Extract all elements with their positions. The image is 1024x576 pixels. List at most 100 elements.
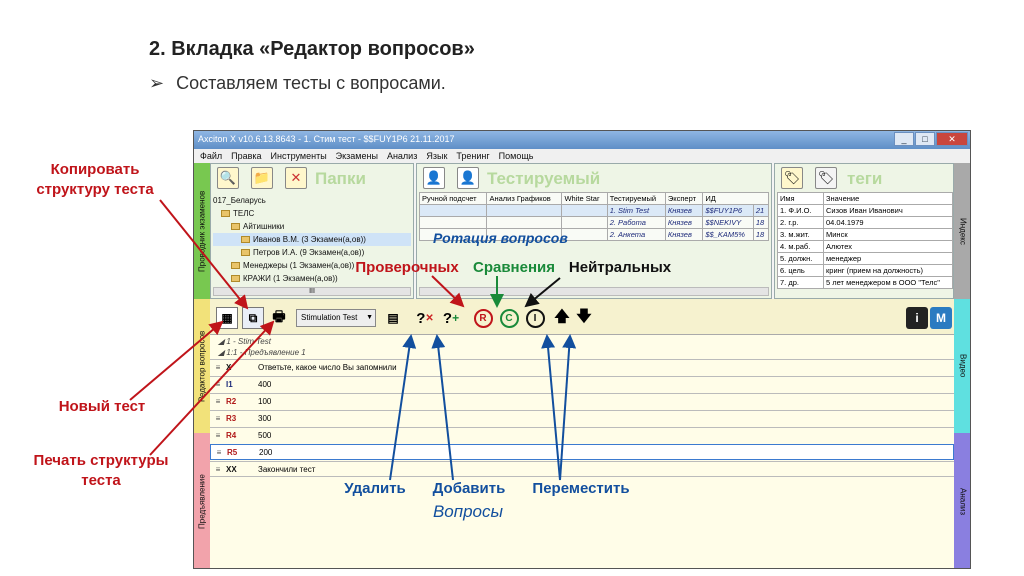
- question-row[interactable]: ≡ R3 300: [210, 410, 954, 426]
- table-row[interactable]: 2. Работа Князев $$NEKIVY 18: [418, 216, 770, 229]
- question-text: Закончили тест: [258, 464, 316, 474]
- grip-icon[interactable]: ≡: [213, 414, 223, 423]
- test-type-dropdown[interactable]: Stimulation Test ▼: [296, 309, 376, 327]
- add-question-button[interactable]: ? +: [440, 307, 462, 329]
- tab-analysis[interactable]: Анализ: [954, 433, 970, 568]
- question-row[interactable]: ≡ R2 100: [210, 393, 954, 409]
- add-folder-icon[interactable]: 📁: [251, 167, 273, 189]
- test-expert: Князев: [664, 228, 704, 241]
- question-code: R5: [227, 447, 238, 457]
- test-name: 2. Анкета: [606, 228, 666, 241]
- question-text: 500: [258, 431, 272, 440]
- tree-item[interactable]: Айтишники: [213, 220, 411, 233]
- menu-tools[interactable]: Инструменты: [271, 151, 327, 161]
- menu-exams[interactable]: Экзамены: [336, 151, 378, 161]
- delete-person-icon[interactable]: 👤: [457, 167, 479, 189]
- col-header[interactable]: Эксперт: [664, 192, 704, 205]
- menu-help[interactable]: Помощь: [499, 151, 534, 161]
- help-button[interactable]: M: [930, 307, 952, 329]
- annotation-move: Переместить: [532, 480, 630, 497]
- table-row[interactable]: 5. должн. менеджер: [777, 252, 953, 265]
- tab-index[interactable]: Индекс: [954, 163, 970, 299]
- menu-file[interactable]: Файл: [200, 151, 222, 161]
- settings-grid-button[interactable]: ▤: [382, 307, 404, 329]
- print-structure-button[interactable]: 🖶: [268, 307, 290, 329]
- close-button[interactable]: ✕: [936, 132, 968, 146]
- window-title: Axciton X v10.6.13.8643 - 1. Стим тест -…: [198, 134, 455, 144]
- table-row[interactable]: 7. др. 5 лет менеджером в ООО "Телс": [777, 276, 953, 289]
- copy-structure-button[interactable]: ⧉: [242, 307, 264, 329]
- table-row[interactable]: 6. цель кринг (прием на должность): [777, 264, 953, 277]
- folder-icon: [221, 210, 230, 218]
- table-row[interactable]: 1. Stim Test Князев $$FUY1P6 21: [418, 204, 770, 217]
- chevron-down-icon[interactable]: ▼: [366, 310, 373, 326]
- tested-scrollbar[interactable]: [419, 287, 769, 296]
- menu-analysis[interactable]: Анализ: [387, 151, 417, 161]
- tags-label: теги: [847, 169, 883, 188]
- col-header[interactable]: Ручной подсчет: [418, 192, 488, 205]
- rotation-label: Ротация вопросов: [433, 230, 568, 246]
- compare-question-button[interactable]: C: [498, 307, 520, 329]
- move-up-button[interactable]: 🡅: [552, 307, 572, 329]
- control-question-button[interactable]: R: [472, 307, 494, 329]
- annotation-copy-structure: Копировать структуру теста: [36, 161, 154, 198]
- add-tag-icon[interactable]: 🏷: [781, 167, 803, 189]
- i-circle-icon: I: [525, 308, 545, 328]
- test-n: 21: [752, 204, 770, 217]
- col-header[interactable]: Имя: [777, 192, 824, 205]
- tab-exam-explorer[interactable]: Проводник экзаменов: [194, 163, 210, 299]
- tree-presentation[interactable]: ◢ 1:1 - Предъявление 1: [218, 348, 306, 357]
- minimize-button[interactable]: _: [894, 132, 914, 146]
- new-test-button[interactable]: ▦: [216, 307, 238, 329]
- tag-name: 7. др.: [777, 276, 824, 289]
- search-folder-icon[interactable]: 🔍: [217, 167, 239, 189]
- tree-item[interactable]: Иванов В.М. (3 Экзамен(а,ов)): [213, 233, 411, 246]
- grip-icon[interactable]: ≡: [214, 448, 224, 457]
- tree-item[interactable]: 017_Беларусь: [213, 194, 411, 207]
- add-person-icon[interactable]: 👤: [423, 167, 445, 189]
- delete-question-button[interactable]: ? ✕: [414, 307, 436, 329]
- col-header[interactable]: Значение: [823, 192, 953, 205]
- delete-folder-icon[interactable]: ✕: [285, 167, 307, 189]
- table-row[interactable]: 3. м.жит. Минск: [777, 228, 953, 241]
- grip-icon[interactable]: ≡: [213, 363, 223, 372]
- question-text-input[interactable]: 200: [259, 448, 272, 457]
- col-header[interactable]: Тестируемый: [606, 192, 666, 205]
- table-row[interactable]: 1. Ф.И.О. Сизов Иван Иванович: [777, 204, 953, 217]
- col-header[interactable]: Анализ Графиков: [486, 192, 563, 205]
- grip-icon[interactable]: ≡: [213, 431, 223, 440]
- info-button[interactable]: i: [906, 307, 928, 329]
- annotation-control: Проверочных: [355, 259, 459, 276]
- question-code: I1: [226, 380, 233, 389]
- question-row[interactable]: ≡ I1 400: [210, 376, 954, 392]
- menu-language[interactable]: Язык: [426, 151, 447, 161]
- question-row[interactable]: ≡ R4 500: [210, 427, 954, 443]
- tag-name: 5. должн.: [777, 252, 824, 265]
- grip-icon[interactable]: ≡: [213, 397, 223, 406]
- tree-item-label: КРАЖИ (1 Экзамен(а,ов)): [243, 274, 338, 283]
- question-row[interactable]: ≡ XX Закончили тест: [210, 461, 954, 477]
- tab-presentation[interactable]: Предъявление: [194, 433, 210, 568]
- delete-tag-icon[interactable]: 🏷: [815, 167, 837, 189]
- col-header[interactable]: White Star: [561, 192, 608, 205]
- tree-test[interactable]: ◢ 1 - Stim Test: [218, 337, 271, 346]
- question-row[interactable]: ≡ X Ответьте, какое число Вы запомнили: [210, 359, 954, 375]
- tab-video[interactable]: Видео: [954, 299, 970, 433]
- tree-item[interactable]: ТЕЛС: [213, 207, 411, 220]
- grip-icon[interactable]: ≡: [213, 465, 223, 474]
- menu-training[interactable]: Тренинг: [456, 151, 489, 161]
- tag-value: Минск: [823, 228, 953, 241]
- col-header[interactable]: ИД: [702, 192, 769, 205]
- table-row[interactable]: 4. м.раб. Алютех: [777, 240, 953, 253]
- move-down-button[interactable]: 🡇: [574, 307, 594, 329]
- folder-icon: [231, 262, 240, 270]
- folder-scrollbar[interactable]: III: [213, 287, 411, 296]
- table-row[interactable]: 2. г.р. 04.04.1979: [777, 216, 953, 229]
- question-row-selected[interactable]: ≡ R5 200: [210, 444, 954, 460]
- neutral-question-button[interactable]: I: [524, 307, 546, 329]
- tab-question-editor[interactable]: Редактор вопросов: [194, 299, 210, 433]
- grip-icon[interactable]: ≡: [213, 380, 223, 389]
- maximize-button[interactable]: □: [915, 132, 935, 146]
- menu-edit[interactable]: Правка: [231, 151, 261, 161]
- scroll-thumb[interactable]: III: [309, 288, 315, 295]
